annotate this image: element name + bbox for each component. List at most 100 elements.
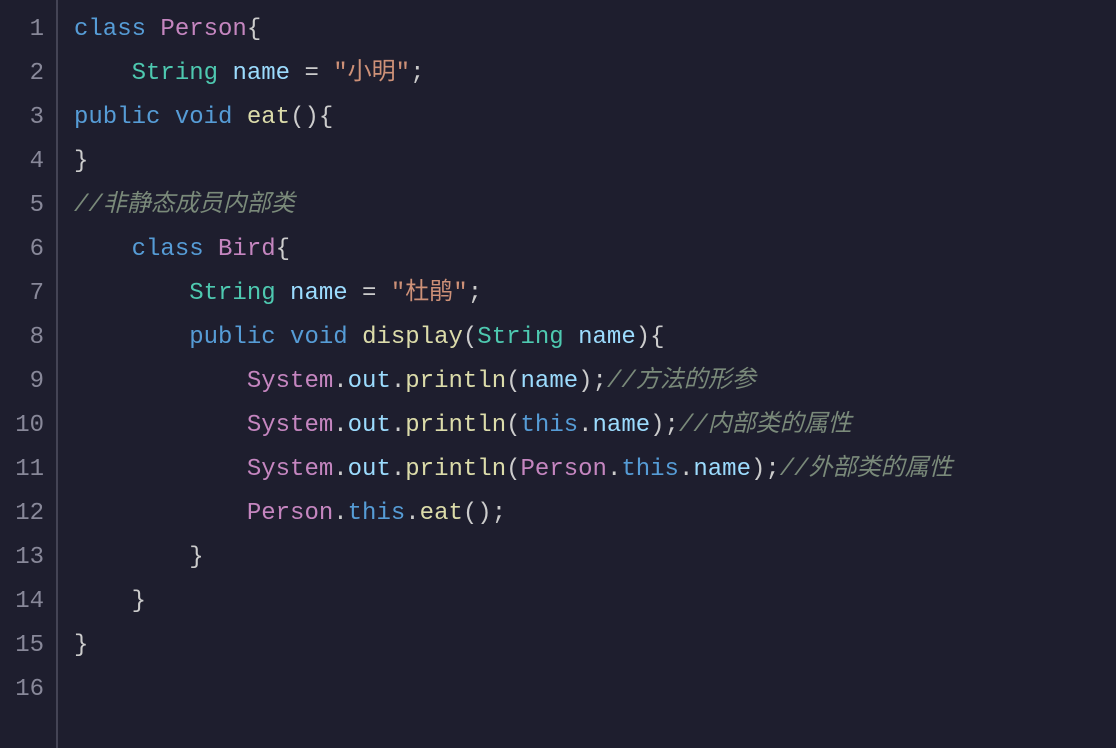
semicolon: ;	[410, 60, 424, 87]
line-number: 5	[8, 184, 44, 228]
keyword-this: this	[348, 500, 406, 527]
method-call: println	[405, 368, 506, 395]
line-number: 7	[8, 272, 44, 316]
parens: ()	[463, 500, 492, 527]
paren: (	[463, 324, 477, 351]
parens: ()	[290, 104, 319, 131]
paren: (	[506, 412, 520, 439]
line-number: 12	[8, 492, 44, 536]
semicolon: ;	[665, 412, 679, 439]
param-name: name	[578, 324, 636, 351]
line-number: 14	[8, 580, 44, 624]
paren: )	[636, 324, 650, 351]
comment: //内部类的属性	[679, 412, 852, 439]
assign: =	[290, 60, 333, 87]
keyword-public: public	[74, 104, 160, 131]
method-call: eat	[420, 500, 463, 527]
line-number-gutter: 1 2 3 4 5 6 7 8 9 10 11 12 13 14 15 16	[0, 0, 58, 748]
dot: .	[405, 500, 419, 527]
dot: .	[391, 368, 405, 395]
code-line: Person.this.eat();	[74, 492, 1116, 536]
keyword-class: class	[132, 236, 204, 263]
code-line: }	[74, 140, 1116, 184]
semicolon: ;	[492, 500, 506, 527]
argument: name	[521, 368, 579, 395]
property: out	[348, 368, 391, 395]
code-line: }	[74, 624, 1116, 668]
class-ref: Person	[521, 456, 607, 483]
line-number: 4	[8, 140, 44, 184]
method-call: println	[405, 412, 506, 439]
code-line: System.out.println(this.name);//内部类的属性	[74, 404, 1116, 448]
type: String	[189, 280, 275, 307]
property: out	[348, 456, 391, 483]
line-number: 10	[8, 404, 44, 448]
code-line: }	[74, 536, 1116, 580]
line-number: 13	[8, 536, 44, 580]
line-number: 2	[8, 52, 44, 96]
semicolon: ;	[593, 368, 607, 395]
object: System	[247, 456, 333, 483]
string-literal: "杜鹃"	[391, 280, 468, 307]
line-number: 6	[8, 228, 44, 272]
line-number: 9	[8, 360, 44, 404]
method-call: println	[405, 456, 506, 483]
code-line: class Person{	[74, 8, 1116, 52]
brace: }	[132, 588, 146, 615]
keyword-this: this	[621, 456, 679, 483]
paren: (	[506, 456, 520, 483]
string-literal: "小明"	[333, 60, 410, 87]
line-number: 16	[8, 668, 44, 712]
class-name: Person	[160, 16, 246, 43]
paren: )	[650, 412, 664, 439]
code-line: }	[74, 580, 1116, 624]
code-line	[74, 668, 1116, 712]
assign: =	[348, 280, 391, 307]
line-number: 8	[8, 316, 44, 360]
comment: //外部类的属性	[780, 456, 953, 483]
dot: .	[333, 368, 347, 395]
keyword-public: public	[189, 324, 275, 351]
method-name: eat	[247, 104, 290, 131]
code-line: public void eat(){	[74, 96, 1116, 140]
variable: name	[290, 280, 348, 307]
keyword-void: void	[175, 104, 233, 131]
param-type: String	[477, 324, 563, 351]
code-line: class Bird{	[74, 228, 1116, 272]
dot: .	[679, 456, 693, 483]
class-ref: Person	[247, 500, 333, 527]
brace: {	[247, 16, 261, 43]
brace: {	[276, 236, 290, 263]
object: System	[247, 412, 333, 439]
code-line: System.out.println(Person.this.name);//外…	[74, 448, 1116, 492]
dot: .	[607, 456, 621, 483]
line-number: 3	[8, 96, 44, 140]
paren: (	[506, 368, 520, 395]
keyword-class: class	[74, 16, 146, 43]
code-line: public void display(String name){	[74, 316, 1116, 360]
dot: .	[333, 456, 347, 483]
semicolon: ;	[765, 456, 779, 483]
brace: }	[189, 544, 203, 571]
type: String	[132, 60, 218, 87]
code-editor: 1 2 3 4 5 6 7 8 9 10 11 12 13 14 15 16 c…	[0, 0, 1116, 748]
line-number: 1	[8, 8, 44, 52]
paren: )	[578, 368, 592, 395]
semicolon: ;	[468, 280, 482, 307]
object: System	[247, 368, 333, 395]
brace: }	[74, 148, 88, 175]
dot: .	[578, 412, 592, 439]
code-line: //非静态成员内部类	[74, 184, 1116, 228]
brace: }	[74, 632, 88, 659]
brace: {	[319, 104, 333, 131]
code-content[interactable]: class Person{ String name = "小明"; public…	[58, 0, 1116, 748]
code-line: String name = "小明";	[74, 52, 1116, 96]
keyword-void: void	[290, 324, 348, 351]
property: out	[348, 412, 391, 439]
class-name: Bird	[218, 236, 276, 263]
brace: {	[650, 324, 664, 351]
line-number: 11	[8, 448, 44, 492]
method-name: display	[362, 324, 463, 351]
code-line: System.out.println(name);//方法的形参	[74, 360, 1116, 404]
line-number: 15	[8, 624, 44, 668]
